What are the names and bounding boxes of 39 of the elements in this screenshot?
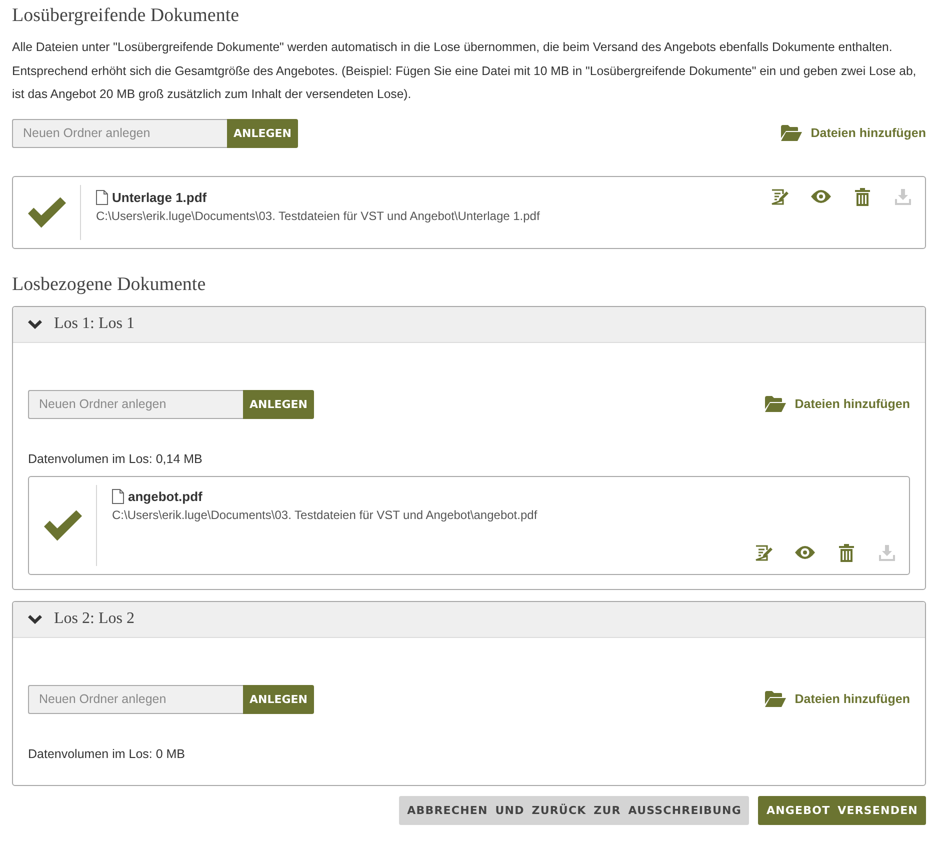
- download-icon: [879, 544, 895, 561]
- lot-header[interactable]: Los 2: Los 2: [13, 602, 925, 638]
- trash-icon: [838, 544, 854, 562]
- add-files-button[interactable]: Dateien hinzufügen: [780, 125, 926, 142]
- edit-icon: [771, 188, 789, 205]
- section-title: Losbezogene Dokumente: [12, 272, 207, 297]
- create-folder-button[interactable]: ANLEGEN: [243, 390, 314, 419]
- section-title: Losübergreifende Dokumente: [12, 4, 240, 28]
- edit-button[interactable]: [770, 186, 790, 207]
- trash-button[interactable]: [836, 542, 856, 563]
- create-folder-button[interactable]: ANLEGEN: [243, 684, 314, 714]
- trash-icon: [854, 188, 870, 206]
- data-volume-text: Datenvolumen im Los: 0,14 MB: [28, 450, 204, 468]
- folder-icon: [780, 125, 802, 142]
- file-name: Unterlage 1.pdf: [112, 190, 207, 206]
- folder-icon: [764, 396, 786, 412]
- download-icon: [895, 188, 911, 205]
- edit-button[interactable]: [754, 542, 774, 563]
- create-folder-button[interactable]: ANLEGEN: [227, 118, 298, 148]
- edit-icon: [755, 544, 773, 561]
- file-icon: [96, 190, 108, 206]
- eye-icon: [795, 546, 815, 560]
- submit-offer-button[interactable]: ANGEBOT VERSENDEN: [758, 796, 926, 825]
- trash-button[interactable]: [852, 186, 872, 207]
- folder-icon: [764, 691, 786, 708]
- eye-icon: [811, 190, 831, 204]
- file-name: angebot.pdf: [128, 489, 202, 504]
- lot-header[interactable]: Los 1: Los 1: [13, 306, 925, 343]
- file-path: C:\Users\erik.luge\Documents\03. Testdateien für VST und Angebot\Unterlage 1.pdf: [96, 208, 541, 223]
- folder-name-input[interactable]: Neuen Ordner anlegen: [28, 684, 243, 714]
- folder-name-input[interactable]: Neuen Ordner anlegen: [28, 390, 243, 419]
- data-volume-text: Datenvolumen im Los: 0 MB: [28, 746, 186, 763]
- add-files-button[interactable]: Dateien hinzufügen: [764, 691, 910, 708]
- cancel-button[interactable]: ABBRECHEN UND ZURÜCK ZUR AUSSCHREIBUNG: [399, 796, 750, 825]
- file-icon: [112, 489, 124, 504]
- description-text: Alle Dateien unter "Losübergreifende Dokumente" werden automatisch in die Lose übernommen, die beim Versand des Angebots ebenfalls Dokumente enthalten. Entsprechend erhöht sich die Gesamtgröße des Angebotes. (Beispiel: Fügen Sie eine Datei mit 10 MB in "Losübergreifende Dokumente" ein und geben zwei Lose ab, ist das Angebot 20 MB groß zusätzlich zum Inhalt der versendeten Lose).: [12, 39, 918, 104]
- add-files-button[interactable]: Dateien hinzufügen: [764, 396, 910, 412]
- folder-name-input[interactable]: Neuen Ordner anlegen: [12, 118, 227, 148]
- file-path: C:\Users\erik.luge\Documents\03. Testdateien für VST und Angebot\angebot.pdf: [112, 508, 538, 522]
